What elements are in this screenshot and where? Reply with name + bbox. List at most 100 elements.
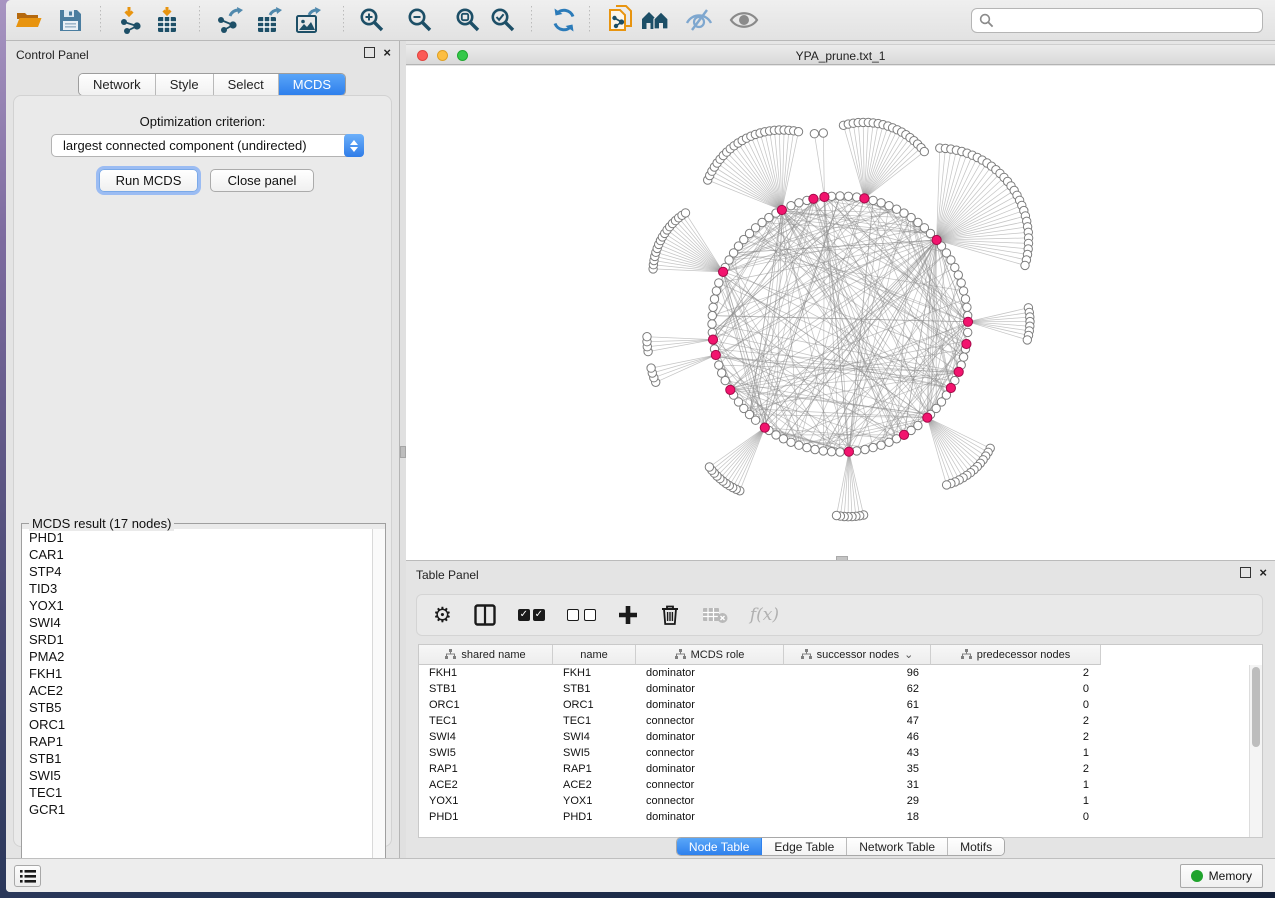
zoom-selected-icon[interactable] <box>488 5 518 35</box>
search-box[interactable] <box>971 8 1263 33</box>
cell-MCDS-role: dominator <box>636 683 784 695</box>
table-row[interactable]: SWI5SWI5connector431 <box>419 745 1262 761</box>
tab-select[interactable]: Select <box>214 74 279 95</box>
cell-successor-nodes: 62 <box>784 683 931 695</box>
column-header[interactable]: predecessor nodes <box>931 645 1101 665</box>
cell-MCDS-role: connector <box>636 795 784 807</box>
function-builder-icon[interactable]: f(x) <box>750 602 779 628</box>
mcds-result-list[interactable]: PHD1CAR1STP4TID3YOX1SWI4SRD1PMA2FKH1ACE2… <box>22 529 385 886</box>
list-item[interactable]: STP4 <box>22 563 385 580</box>
task-list-button[interactable] <box>14 865 41 887</box>
list-item[interactable]: GCR1 <box>22 801 385 818</box>
import-network-icon[interactable] <box>117 5 147 35</box>
column-header-label: predecessor nodes <box>977 649 1071 661</box>
table-row[interactable]: TEC1TEC1connector472 <box>419 713 1262 729</box>
cell-successor-nodes: 47 <box>784 715 931 727</box>
export-image-icon[interactable] <box>293 5 323 35</box>
tab-mcds[interactable]: MCDS <box>279 74 345 95</box>
eye-icon[interactable] <box>729 5 759 35</box>
cell-shared-name: STB1 <box>419 683 553 695</box>
list-item[interactable]: CAR1 <box>22 546 385 563</box>
search-input[interactable] <box>999 14 1255 28</box>
cell-predecessor-nodes: 1 <box>931 747 1101 759</box>
column-header[interactable]: MCDS role <box>636 645 784 665</box>
table-row[interactable]: SWI4SWI4dominator462 <box>419 729 1262 745</box>
cell-shared-name: FKH1 <box>419 667 553 679</box>
network-graph[interactable] <box>406 66 1275 560</box>
list-item[interactable]: FKH1 <box>22 665 385 682</box>
export-table-icon[interactable] <box>254 5 284 35</box>
column-header[interactable]: successor nodes⌄ <box>784 645 931 665</box>
deselect-all-icon[interactable] <box>567 602 596 628</box>
gear-icon[interactable]: ⚙ <box>433 602 452 628</box>
close-table-panel-icon[interactable]: × <box>1259 567 1267 578</box>
close-panel-button[interactable]: Close panel <box>210 169 314 192</box>
float-table-panel-icon[interactable] <box>1240 567 1251 578</box>
list-item[interactable]: STB1 <box>22 750 385 767</box>
list-item[interactable]: TEC1 <box>22 784 385 801</box>
run-mcds-button[interactable]: Run MCDS <box>99 169 198 192</box>
control-panel: Control Panel × NetworkStyleSelectMCDS O… <box>6 41 400 858</box>
table-row[interactable]: RAP1RAP1dominator352 <box>419 761 1262 777</box>
network-canvas[interactable] <box>406 66 1275 560</box>
open-folder-icon[interactable] <box>14 5 44 35</box>
select-all-icon[interactable]: ✓✓ <box>518 602 545 628</box>
add-column-icon[interactable] <box>618 602 638 628</box>
hide-graphics-icon[interactable] <box>684 5 714 35</box>
import-table-icon[interactable] <box>152 5 182 35</box>
tab-network-table[interactable]: Network Table <box>847 838 948 855</box>
float-panel-icon[interactable] <box>364 47 375 58</box>
refresh-icon[interactable] <box>549 5 579 35</box>
zoom-in-icon[interactable] <box>357 5 387 35</box>
table-row[interactable]: YOX1YOX1connector291 <box>419 793 1262 809</box>
list-item[interactable]: SRD1 <box>22 631 385 648</box>
cell-predecessor-nodes: 0 <box>931 683 1101 695</box>
cell-shared-name: TEC1 <box>419 715 553 727</box>
save-icon[interactable] <box>55 5 85 35</box>
delete-icon[interactable] <box>660 602 680 628</box>
table-scrollbar[interactable] <box>1249 665 1262 837</box>
table-scrollbar-thumb[interactable] <box>1252 667 1260 747</box>
column-header[interactable]: name <box>553 645 636 665</box>
network-file-icon[interactable] <box>606 5 636 35</box>
cell-MCDS-role: dominator <box>636 811 784 823</box>
table-row[interactable]: ORC1ORC1dominator610 <box>419 697 1262 713</box>
table-row[interactable]: ACE2ACE2connector311 <box>419 777 1262 793</box>
list-item[interactable]: ORC1 <box>22 716 385 733</box>
list-item[interactable]: YOX1 <box>22 597 385 614</box>
tab-style[interactable]: Style <box>156 74 214 95</box>
cell-name: SWI5 <box>553 747 636 759</box>
table-body: FKH1FKH1dominator962STB1STB1dominator620… <box>419 665 1262 825</box>
tab-motifs[interactable]: Motifs <box>948 838 1004 855</box>
cell-shared-name: SWI5 <box>419 747 553 759</box>
table-row[interactable]: FKH1FKH1dominator962 <box>419 665 1262 681</box>
cell-predecessor-nodes: 1 <box>931 779 1101 791</box>
memory-button[interactable]: Memory <box>1180 864 1263 888</box>
houses-icon[interactable] <box>640 5 670 35</box>
cell-successor-nodes: 31 <box>784 779 931 791</box>
tab-node-table[interactable]: Node Table <box>677 838 763 855</box>
list-item[interactable]: SWI5 <box>22 767 385 784</box>
cell-MCDS-role: dominator <box>636 763 784 775</box>
column-header[interactable]: shared name <box>419 645 553 665</box>
table-row[interactable]: PHD1PHD1dominator180 <box>419 809 1262 825</box>
result-list-scrollbar[interactable] <box>372 529 385 886</box>
network-window-titlebar[interactable]: YPA_prune.txt_1 <box>406 44 1275 65</box>
list-item[interactable]: RAP1 <box>22 733 385 750</box>
list-item[interactable]: ACE2 <box>22 682 385 699</box>
export-network-icon[interactable] <box>215 5 245 35</box>
list-item[interactable]: PHD1 <box>22 529 385 546</box>
close-panel-icon[interactable]: × <box>383 47 391 58</box>
tab-edge-table[interactable]: Edge Table <box>762 838 847 855</box>
zoom-fit-icon[interactable] <box>453 5 483 35</box>
delete-table-icon[interactable] <box>702 602 728 628</box>
tab-network[interactable]: Network <box>79 74 156 95</box>
list-item[interactable]: STB5 <box>22 699 385 716</box>
zoom-out-icon[interactable] <box>405 5 435 35</box>
table-row[interactable]: STB1STB1dominator620 <box>419 681 1262 697</box>
criterion-dropdown[interactable]: largest connected component (undirected) <box>51 134 364 157</box>
list-item[interactable]: TID3 <box>22 580 385 597</box>
split-pane-icon[interactable] <box>474 602 496 628</box>
list-item[interactable]: SWI4 <box>22 614 385 631</box>
list-item[interactable]: PMA2 <box>22 648 385 665</box>
